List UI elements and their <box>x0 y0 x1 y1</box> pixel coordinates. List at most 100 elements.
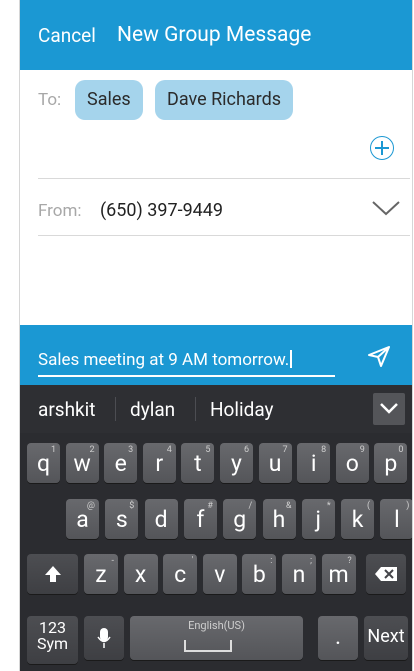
key-y[interactable]: y6 <box>220 443 253 483</box>
key-secondary-label: / <box>248 501 253 511</box>
chevron-down-icon[interactable] <box>372 200 400 216</box>
key-n[interactable]: n; <box>282 554 316 594</box>
key-label: l <box>394 506 400 533</box>
key-label: p <box>384 450 398 477</box>
chevron-down-icon <box>380 403 398 414</box>
key-z[interactable]: z- <box>84 554 118 594</box>
cancel-button[interactable]: Cancel <box>38 24 96 47</box>
message-composer: Sales meeting at 9 AM tomorrow. <box>20 325 412 385</box>
symbols-key[interactable]: 123 Sym <box>27 616 78 664</box>
key-d[interactable]: d <box>144 499 178 539</box>
key-secondary-label: 8 <box>321 445 327 455</box>
key-label: i <box>310 450 317 477</box>
add-recipient-icon[interactable] <box>370 136 394 160</box>
key-secondary-label: 9 <box>359 445 365 455</box>
message-text: Sales meeting at 9 AM tomorrow. <box>38 350 290 370</box>
backspace-icon <box>375 567 397 581</box>
key-u[interactable]: u7 <box>258 443 292 483</box>
key-secondary-label: @ <box>86 501 95 511</box>
key-label: x <box>134 561 147 588</box>
hide-keyboard-button[interactable] <box>373 393 405 425</box>
symbols-key-label: Sym <box>36 634 69 653</box>
key-k[interactable]: k( <box>341 499 375 539</box>
key-label: r <box>155 450 164 477</box>
to-label: To: <box>38 90 62 110</box>
key-e[interactable]: e3 <box>104 443 138 483</box>
key-secondary-label: 0 <box>398 445 404 455</box>
key-secondary-label: ? <box>347 556 352 566</box>
key-label: m <box>328 561 349 588</box>
key-secondary-label: * <box>326 501 331 511</box>
divider <box>38 235 410 236</box>
recipient-chip-sales[interactable]: Sales <box>75 80 143 120</box>
key-a[interactable]: a @ <box>66 499 99 539</box>
key-label: n <box>292 561 306 588</box>
key-o[interactable]: o9 <box>335 443 369 483</box>
key-secondary-label: 1 <box>50 445 56 455</box>
key-label: s <box>115 506 128 533</box>
key-secondary-label: ; <box>310 556 312 566</box>
key-label: t <box>194 450 202 477</box>
key-secondary-label: 5 <box>205 445 211 455</box>
divider <box>195 397 196 421</box>
phone-screen: Cancel New Group Message To: Sales Dave … <box>19 0 413 671</box>
key-g[interactable]: g / <box>223 499 257 539</box>
key-label: o <box>345 450 359 477</box>
key-label: j <box>315 506 322 533</box>
voice-input-key[interactable] <box>84 616 124 660</box>
key-s[interactable]: s $ <box>105 499 139 539</box>
key-label: h <box>272 506 286 533</box>
key-secondary-label: 3 <box>128 445 134 455</box>
backspace-key[interactable] <box>366 554 406 594</box>
key-p[interactable]: p0 <box>374 443 408 483</box>
key-secondary-label: ' <box>191 556 194 566</box>
key-label: f <box>196 506 205 533</box>
key-v[interactable]: v <box>202 554 237 594</box>
key-label: z <box>95 561 107 588</box>
key-label: b <box>252 561 266 588</box>
suggestion-item[interactable]: arshkit <box>38 398 96 421</box>
shift-icon <box>44 566 61 582</box>
period-key[interactable]: . <box>318 616 358 660</box>
key-b[interactable]: b: <box>242 554 277 594</box>
space-key[interactable]: English(US) <box>130 616 303 660</box>
recipient-chip-dave-richards[interactable]: Dave Richards <box>155 80 294 120</box>
key-r[interactable]: r4 <box>142 443 176 483</box>
key-label: q <box>36 450 51 477</box>
suggestion-item[interactable]: dylan <box>130 398 175 421</box>
space-bar-icon <box>184 640 232 652</box>
key-j[interactable]: j * <box>301 499 335 539</box>
key-w[interactable]: w2 <box>65 443 99 483</box>
key-label: y <box>231 450 242 477</box>
key-secondary-label: $ <box>129 501 135 511</box>
from-number: (650) 397-9449 <box>100 200 224 221</box>
header-bar: Cancel New Group Message <box>20 0 412 70</box>
key-f[interactable]: f # <box>183 499 217 539</box>
key-h[interactable]: h & <box>262 499 296 539</box>
key-label: u <box>268 450 282 477</box>
key-secondary-label: ( <box>367 501 371 511</box>
shift-key[interactable] <box>27 554 78 594</box>
from-label: From: <box>38 201 82 221</box>
key-i[interactable]: i8 <box>297 443 331 483</box>
microphone-icon <box>97 628 111 648</box>
keyboard: arshkit dylan Holiday q1w2e3r4t5y6u7i8o9… <box>20 385 412 671</box>
key-secondary-label: : <box>270 556 273 566</box>
key-t[interactable]: t5 <box>181 443 215 483</box>
divider <box>38 178 410 179</box>
key-secondary-label: 7 <box>282 445 288 455</box>
key-q[interactable]: q1 <box>27 443 60 483</box>
key-label: k <box>351 506 364 533</box>
key-label: d <box>154 506 168 533</box>
key-l[interactable]: l) <box>380 499 412 539</box>
space-key-language: English(US) <box>188 619 245 632</box>
key-label: v <box>214 561 226 588</box>
suggestion-item[interactable]: Holiday <box>210 398 274 421</box>
key-label: c <box>174 561 187 588</box>
send-icon[interactable] <box>367 344 391 368</box>
next-key[interactable]: Next <box>364 616 408 660</box>
message-input[interactable]: Sales meeting at 9 AM tomorrow. <box>38 350 335 377</box>
key-x[interactable]: x <box>123 554 158 594</box>
key-m[interactable]: m? <box>321 554 356 594</box>
key-c[interactable]: c ' <box>163 554 198 594</box>
